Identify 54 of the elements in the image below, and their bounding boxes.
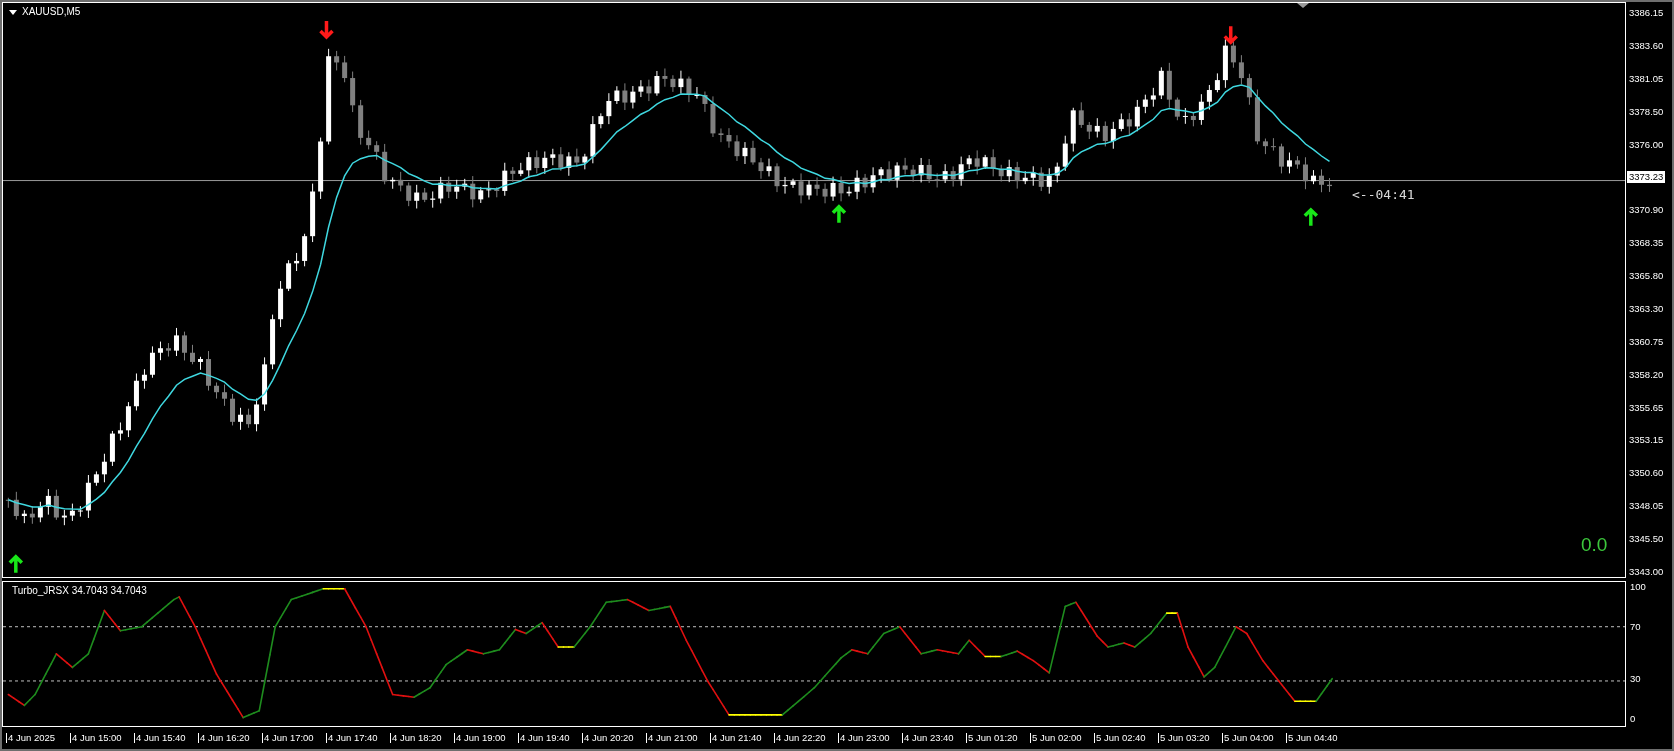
- level-tick-label: 100: [1630, 581, 1646, 593]
- marker-icon: [1297, 3, 1309, 8]
- price-tick-label: 3368.35: [1629, 237, 1665, 250]
- time-tick-label: 4 Jun 21:40: [710, 733, 774, 743]
- price-tick-label: 3363.30: [1629, 302, 1665, 315]
- time-tick-label: 4 Jun 15:40: [134, 733, 198, 743]
- price-tick-label: 3365.80: [1629, 270, 1665, 282]
- level-tick-label: 70: [1630, 620, 1641, 633]
- countdown-text: <--04:41: [1352, 186, 1415, 204]
- time-tick-label: 4 Jun 15:00: [70, 733, 134, 743]
- price-tick-label: 3350.60: [1629, 467, 1665, 480]
- time-tick-label: 4 Jun 19:40: [518, 733, 582, 743]
- down-arrow-icon: [1223, 24, 1239, 45]
- price-tick-label: 3358.20: [1629, 368, 1665, 381]
- time-tick-label: 4 Jun 20:20: [582, 733, 646, 743]
- time-tick-label: 4 Jun 18:20: [390, 733, 454, 743]
- time-tick-label: 5 Jun 01:20: [966, 733, 1030, 743]
- down-arrow-icon: [318, 19, 335, 40]
- time-tick-label: 4 Jun 22:20: [774, 733, 838, 743]
- price-tick-label: 3383.60: [1629, 39, 1665, 52]
- price-tick-label: 3353.15: [1629, 434, 1665, 447]
- up-arrow-icon: [1303, 207, 1319, 228]
- time-tick-label: 4 Jun 16:20: [198, 733, 262, 743]
- dropdown-icon[interactable]: [9, 9, 17, 15]
- price-tick-label: 3343.00: [1629, 565, 1665, 578]
- price-tick-label: 3348.05: [1629, 500, 1665, 513]
- indicator-label: Turbo_JRSX 34.7043 34.7043: [12, 586, 147, 596]
- time-tick-label: 4 Jun 23:00: [838, 733, 902, 743]
- price-tick-label: 3370.90: [1629, 204, 1665, 217]
- price-tick-label: 3378.50: [1629, 105, 1665, 118]
- signal-value: 0.0: [1581, 533, 1608, 557]
- level-tick-label: 0: [1630, 713, 1636, 725]
- time-tick-label: 4 Jun 19:00: [454, 733, 518, 743]
- time-tick-label: 5 Jun 03:20: [1158, 733, 1222, 743]
- time-tick-label: 4 Jun 2025: [6, 733, 70, 743]
- time-tick-label: 4 Jun 17:40: [326, 733, 390, 743]
- up-arrow-icon: [831, 204, 847, 225]
- price-tick-label: 3355.65: [1629, 401, 1665, 414]
- price-tick-label: 3376.00: [1629, 138, 1665, 151]
- up-arrow-icon: [8, 554, 24, 575]
- current-price-label: 3373.23: [1627, 171, 1666, 184]
- time-tick-label: 4 Jun 17:00: [262, 733, 326, 743]
- time-tick-label: 5 Jun 04:00: [1222, 733, 1286, 743]
- price-tick-label: 3360.75: [1629, 335, 1665, 348]
- time-tick-label: 4 Jun 23:40: [902, 733, 966, 743]
- price-tick-label: 3386.15: [1629, 7, 1665, 19]
- level-tick-label: 30: [1630, 673, 1641, 686]
- price-tick-label: 3381.05: [1629, 72, 1665, 85]
- symbol-label: XAUUSD,M5: [22, 7, 81, 17]
- time-tick-label: 5 Jun 04:40: [1286, 733, 1350, 743]
- time-tick-label: 4 Jun 21:00: [646, 733, 710, 743]
- time-tick-label: 5 Jun 02:00: [1030, 733, 1094, 743]
- price-tick-label: 3345.50: [1629, 533, 1665, 545]
- time-tick-label: 5 Jun 02:40: [1094, 733, 1158, 743]
